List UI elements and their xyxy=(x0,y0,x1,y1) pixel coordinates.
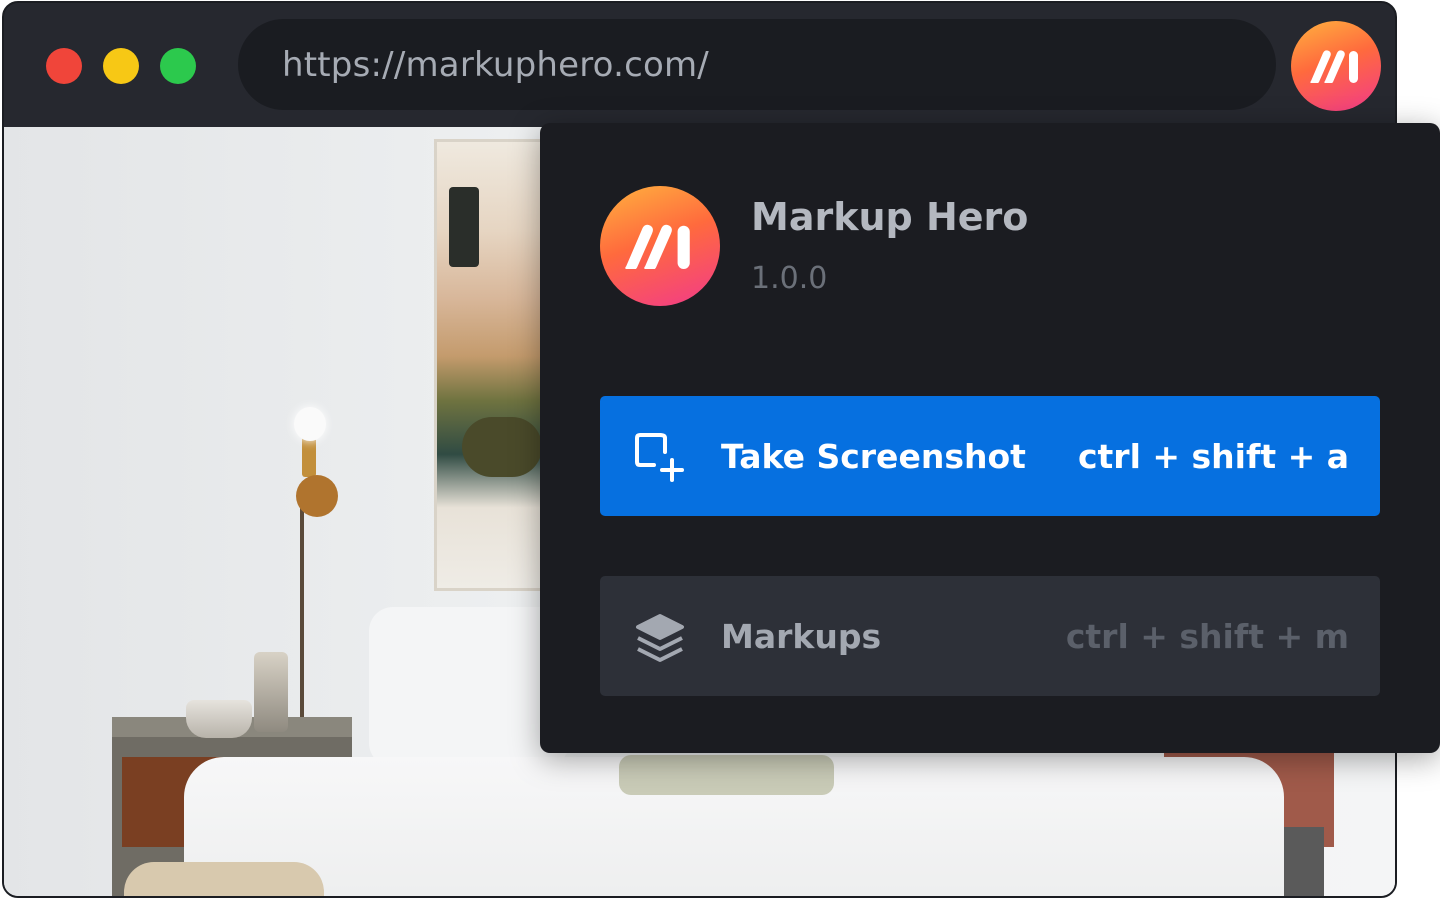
bowl xyxy=(186,700,252,738)
browser-toolbar: https://markuphero.com/ xyxy=(4,3,1395,127)
lamp-bulb xyxy=(294,407,326,441)
minimize-window-button[interactable] xyxy=(103,48,139,84)
take-screenshot-label: Take Screenshot xyxy=(721,436,1026,476)
pillow xyxy=(369,607,569,767)
close-window-button[interactable] xyxy=(46,48,82,84)
markups-label: Markups xyxy=(721,616,882,656)
painting-detail xyxy=(449,187,479,267)
screenshot-add-icon xyxy=(635,433,684,482)
lamp-cord xyxy=(300,497,304,727)
wall-lamp-plate xyxy=(296,475,338,517)
address-bar[interactable]: https://markuphero.com/ xyxy=(238,19,1276,110)
vase xyxy=(254,652,288,732)
cushion xyxy=(619,755,834,795)
markup-hero-logo-icon xyxy=(625,224,690,269)
maximize-window-button[interactable] xyxy=(160,48,196,84)
wall-lamp xyxy=(302,437,316,477)
painting-detail xyxy=(462,417,542,477)
layers-icon xyxy=(636,614,684,662)
blanket xyxy=(124,862,324,896)
markup-hero-extension-button[interactable] xyxy=(1291,21,1381,111)
take-screenshot-shortcut: ctrl + shift + a xyxy=(1077,436,1349,476)
markup-hero-logo xyxy=(600,186,720,306)
take-screenshot-button[interactable]: Take Screenshot ctrl + shift + a xyxy=(600,396,1380,516)
app-version: 1.0.0 xyxy=(751,261,828,296)
address-bar-url: https://markuphero.com/ xyxy=(282,44,709,85)
markups-button[interactable]: Markups ctrl + shift + m xyxy=(600,576,1380,696)
extension-popup: Markup Hero 1.0.0 Take Screenshot ctrl +… xyxy=(540,123,1440,753)
app-name: Markup Hero xyxy=(751,195,1029,239)
markups-shortcut: ctrl + shift + m xyxy=(1065,616,1349,656)
markup-hero-logo-icon xyxy=(1310,50,1358,83)
